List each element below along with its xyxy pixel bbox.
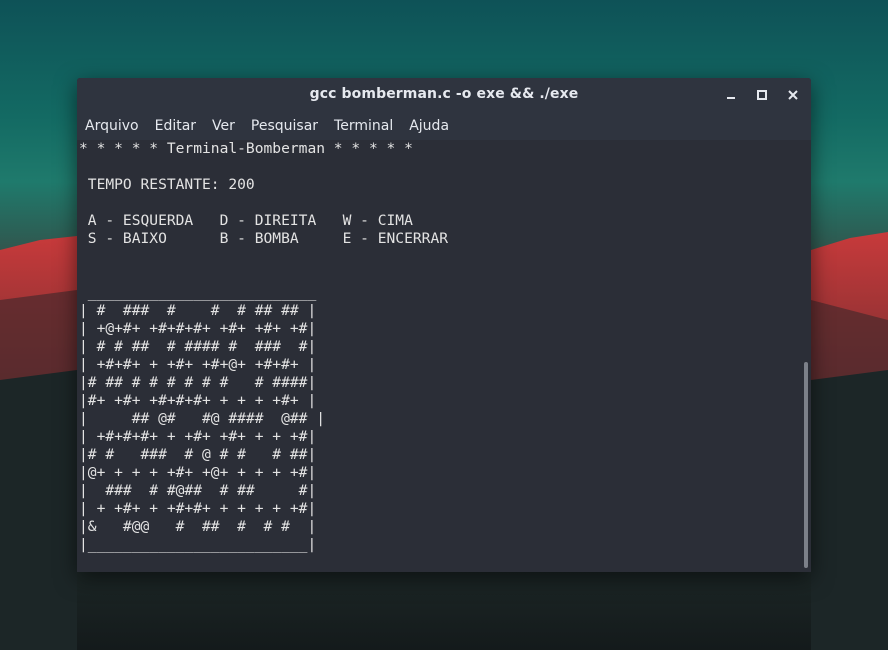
scrollbar[interactable]: [801, 140, 811, 572]
scrollbar-thumb[interactable]: [804, 362, 808, 568]
minimize-icon: [727, 97, 735, 99]
terminal-line: |_________________________|: [79, 536, 317, 553]
title-bar[interactable]: gcc bomberman.c -o exe && ./exe: [77, 78, 811, 112]
maximize-button[interactable]: [752, 85, 772, 105]
terminal-line: | +#+#+ + +#+ +#+@+ +#+#+ |: [79, 356, 317, 373]
terminal-text: * * * * * Terminal-Bomberman * * * * * T…: [79, 140, 448, 572]
terminal-output[interactable]: * * * * * Terminal-Bomberman * * * * * T…: [77, 140, 811, 572]
terminal-line: A - ESQUERDA D - DIREITA W - CIMA: [79, 212, 413, 229]
menu-ver[interactable]: Ver: [208, 118, 239, 134]
window-title: gcc bomberman.c -o exe && ./exe: [309, 86, 579, 102]
terminal-line: |#+ +#+ +#+#+#+ + + + +#+ |: [79, 392, 317, 409]
terminal-line: | ## @# #@ #### @## |: [79, 410, 326, 427]
menu-bar: Arquivo Editar Ver Pesquisar Terminal Aj…: [77, 112, 811, 140]
terminal-line: |& #@@ # ## # # # |: [79, 518, 317, 535]
maximize-icon: [757, 90, 767, 100]
terminal-line: |# ## # # # # # # # ####|: [79, 374, 317, 391]
terminal-line: | ### # #@## # ## #|: [79, 482, 317, 499]
terminal-line: TEMPO RESTANTE: 200: [79, 176, 255, 193]
terminal-line: S - BAIXO B - BOMBA E - ENCERRAR: [79, 230, 449, 247]
terminal-line: |@+ + + + +#+ +@+ + + + +#|: [79, 464, 317, 481]
menu-pesquisar[interactable]: Pesquisar: [247, 118, 322, 134]
terminal-line: | +#+#+#+ + +#+ +#+ + + +#|: [79, 428, 317, 445]
terminal-line: | # # ## # #### # ### #|: [79, 338, 317, 355]
terminal-line: |# # ### # @ # # # ##|: [79, 446, 317, 463]
minimize-button[interactable]: [721, 85, 741, 105]
terminal-window: gcc bomberman.c -o exe && ./exe Arquivo …: [77, 78, 811, 572]
menu-terminal[interactable]: Terminal: [330, 118, 397, 134]
menu-ajuda[interactable]: Ajuda: [405, 118, 453, 134]
menu-arquivo[interactable]: Arquivo: [81, 118, 143, 134]
terminal-line: | +@+#+ +#+#+#+ +#+ +#+ +#|: [79, 320, 317, 337]
terminal-line: | + +#+ + +#+#+ + + + + +#|: [79, 500, 317, 517]
terminal-line: __________________________: [79, 284, 317, 301]
menu-editar[interactable]: Editar: [151, 118, 200, 134]
terminal-line: * * * * * Terminal-Bomberman * * * * *: [79, 140, 413, 157]
close-button[interactable]: [783, 85, 803, 105]
close-icon: [788, 90, 798, 100]
terminal-line: | # ### # # # ## ## |: [79, 302, 317, 319]
